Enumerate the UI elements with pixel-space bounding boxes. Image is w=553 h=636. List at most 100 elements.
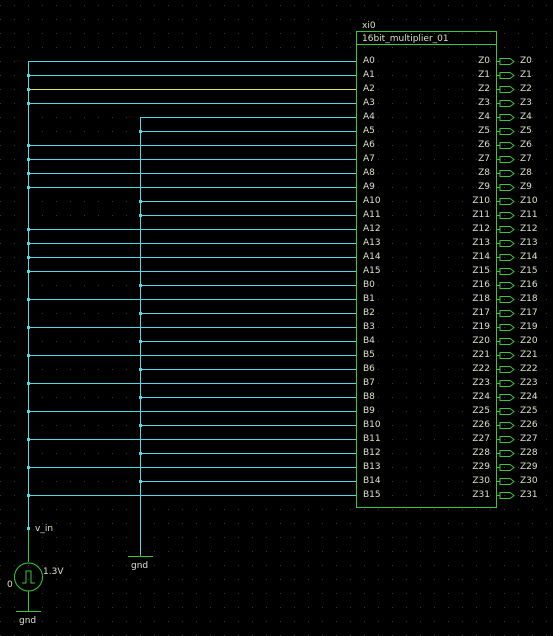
output-net-label[interactable]: Z1 (520, 71, 532, 80)
output-pin-label: Z2 (478, 84, 490, 94)
input-pin-label: B11 (363, 434, 381, 444)
input-pin-label: A0 (363, 56, 375, 66)
output-port-icon (499, 142, 515, 149)
junction-dot (27, 186, 30, 189)
output-net-label[interactable]: Z8 (520, 169, 532, 178)
output-port-icon (499, 254, 515, 261)
output-port-icon (499, 212, 515, 219)
output-pin-label: Z12 (472, 224, 490, 234)
output-net-label[interactable]: Z28 (520, 449, 538, 458)
output-port-icon (499, 380, 515, 387)
junction-dot (27, 242, 30, 245)
junction-dot (139, 214, 142, 217)
input-pin-label: B14 (363, 476, 381, 486)
output-pin-label: Z4 (478, 112, 490, 122)
output-net-label[interactable]: Z15 (520, 267, 538, 276)
output-net-label[interactable]: Z24 (520, 393, 538, 402)
output-pin-label: Z16 (472, 280, 490, 290)
output-net-label[interactable]: Z2 (520, 85, 532, 94)
output-net-label[interactable]: Z21 (520, 351, 538, 360)
junction-dot (27, 466, 30, 469)
output-net-label[interactable]: Z7 (520, 155, 532, 164)
input-pin-label: B0 (363, 280, 375, 290)
output-pin-label: Z3 (478, 98, 490, 108)
schematic-canvas[interactable]: xi0 16bit_multiplier_01 A0 Z0 Z0 A1 Z1 Z1 A2 Z2… (0, 0, 553, 636)
output-pin-label: Z13 (472, 238, 490, 248)
output-pin-label: Z30 (472, 476, 490, 486)
input-pin-label: B10 (363, 420, 381, 430)
output-net-label[interactable]: Z25 (520, 407, 538, 416)
output-port-icon (499, 352, 515, 359)
output-port-icon (499, 58, 515, 65)
output-net-label[interactable]: Z4 (520, 113, 532, 122)
input-pin-label: A2 (363, 84, 375, 94)
ground-label-source: gnd (19, 616, 37, 626)
output-net-label[interactable]: Z17 (520, 309, 538, 318)
junction-dot (139, 424, 142, 427)
junction-dot (27, 326, 30, 329)
output-net-label[interactable]: Z31 (520, 491, 538, 500)
output-net-label[interactable]: Z30 (520, 477, 538, 486)
output-net-label[interactable]: Z22 (520, 365, 538, 374)
junction-dot (27, 494, 30, 497)
junction-dot (27, 410, 30, 413)
input-pin-label: B13 (363, 462, 381, 472)
output-net-label[interactable]: Z3 (520, 99, 532, 108)
output-net-label[interactable]: Z19 (520, 323, 538, 332)
junction-dot (139, 340, 142, 343)
input-pin-label: A14 (363, 252, 381, 262)
junction-dot (139, 312, 142, 315)
output-pin-label: Z5 (478, 126, 490, 136)
input-pin-label: A4 (363, 112, 375, 122)
output-pin-label: Z18 (472, 294, 490, 304)
output-net-label[interactable]: Z16 (520, 281, 538, 290)
input-pin-label: B15 (363, 490, 381, 500)
net-label-v-in: v_in (35, 524, 54, 534)
junction-dot (27, 382, 30, 385)
input-pin-label: B12 (363, 448, 381, 458)
output-net-label[interactable]: Z27 (520, 435, 538, 444)
junction-dot (27, 172, 30, 175)
output-net-label[interactable]: Z0 (520, 57, 532, 66)
input-pin-label: B7 (363, 378, 375, 388)
schematic-wires[interactable] (0, 0, 553, 636)
output-port-icon (499, 436, 515, 443)
output-port-icon (499, 310, 515, 317)
output-pin-label: Z20 (472, 336, 490, 346)
output-port-icon (499, 226, 515, 233)
output-port-icon (499, 128, 515, 135)
output-pin-label: Z29 (472, 462, 490, 472)
output-net-label[interactable]: Z13 (520, 239, 538, 248)
output-pin-label: Z25 (472, 406, 490, 416)
output-net-label[interactable]: Z26 (520, 421, 538, 430)
output-port-icon (499, 268, 515, 275)
output-port-icon (499, 408, 515, 415)
output-net-label[interactable]: Z10 (520, 197, 538, 206)
output-pin-label: Z17 (472, 308, 490, 318)
output-net-label[interactable]: Z5 (520, 127, 532, 136)
source-ref: 0 (7, 580, 13, 590)
output-port-icon (499, 366, 515, 373)
input-pin-label: B6 (363, 364, 375, 374)
input-pin-label: A1 (363, 70, 375, 80)
output-port-icon (499, 324, 515, 331)
output-net-label[interactable]: Z12 (520, 225, 538, 234)
output-port-icon (499, 184, 515, 191)
output-net-label[interactable]: Z11 (520, 211, 538, 220)
instance-name: 16bit_multiplier_01 (362, 34, 449, 44)
output-net-label[interactable]: Z9 (520, 183, 532, 192)
input-pin-label: A6 (363, 140, 375, 150)
output-net-label[interactable]: Z6 (520, 141, 532, 150)
output-net-label[interactable]: Z14 (520, 253, 538, 262)
output-port-icon (499, 240, 515, 247)
output-net-label[interactable]: Z20 (520, 337, 538, 346)
output-net-label[interactable]: Z18 (520, 295, 538, 304)
source-value: 1.3V (43, 567, 64, 577)
output-net-label[interactable]: Z29 (520, 463, 538, 472)
junction-dot (27, 158, 30, 161)
output-net-label[interactable]: Z23 (520, 379, 538, 388)
input-pin-label: B3 (363, 322, 375, 332)
output-pin-label: Z21 (472, 350, 490, 360)
input-pin-label: B8 (363, 392, 375, 402)
output-port-icon (499, 464, 515, 471)
